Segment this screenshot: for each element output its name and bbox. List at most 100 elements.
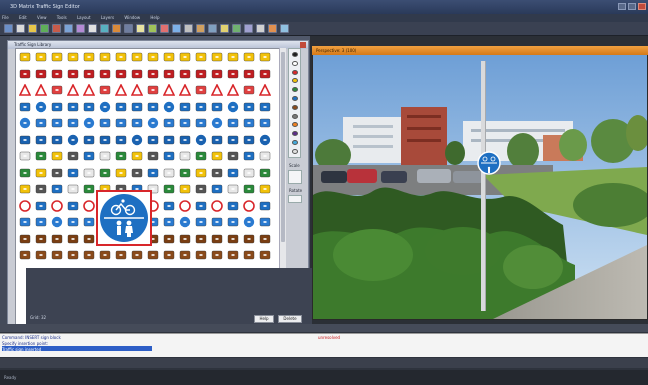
minimize-button[interactable] — [618, 3, 626, 10]
library-sign[interactable] — [243, 249, 255, 263]
library-sign[interactable] — [163, 117, 175, 131]
palette-swatch[interactable] — [292, 104, 298, 110]
library-sign[interactable] — [259, 117, 271, 131]
library-sign[interactable] — [211, 183, 223, 197]
toolbar-button[interactable] — [64, 24, 73, 33]
library-sign[interactable] — [162, 83, 176, 98]
library-sign[interactable] — [19, 68, 31, 82]
library-sign[interactable] — [195, 150, 207, 164]
library-sign[interactable] — [163, 68, 175, 82]
library-sign[interactable] — [51, 183, 63, 197]
library-sign[interactable] — [147, 150, 159, 164]
library-sign[interactable] — [67, 68, 79, 82]
library-sign[interactable] — [67, 101, 79, 115]
library-sign[interactable] — [259, 167, 271, 181]
library-sign[interactable] — [99, 167, 111, 181]
library-sign[interactable] — [211, 134, 223, 148]
library-sign[interactable] — [163, 167, 175, 181]
library-sign[interactable] — [99, 51, 111, 65]
library-sign[interactable] — [51, 233, 63, 247]
menu-window[interactable]: Window — [124, 15, 140, 20]
library-sign[interactable] — [51, 68, 63, 82]
toolbar-button[interactable] — [280, 24, 289, 33]
menu-file[interactable]: File — [2, 15, 9, 20]
perspective-viewport[interactable]: Perspective: 3 (100) — [312, 46, 648, 320]
library-sign[interactable] — [227, 183, 239, 197]
menu-help[interactable]: Help — [150, 15, 159, 20]
library-sign[interactable] — [195, 68, 207, 82]
library-sign[interactable] — [34, 83, 48, 98]
toolbar-button[interactable] — [100, 24, 109, 33]
library-sign[interactable] — [259, 150, 271, 164]
library-sign[interactable] — [35, 183, 47, 197]
library-sign[interactable] — [163, 150, 175, 164]
palette-swatch[interactable] — [292, 113, 298, 119]
palette-swatch[interactable] — [292, 69, 298, 75]
library-sign[interactable] — [147, 51, 159, 65]
library-sign[interactable] — [83, 101, 95, 115]
library-sign[interactable] — [211, 68, 223, 82]
library-sign[interactable] — [51, 84, 63, 98]
library-sign[interactable] — [147, 134, 159, 148]
library-sign[interactable] — [258, 83, 272, 98]
toolbar-button[interactable] — [196, 24, 205, 33]
scale-field[interactable] — [288, 170, 302, 184]
library-sign[interactable] — [51, 167, 63, 181]
palette-swatch[interactable] — [292, 87, 298, 93]
library-sign[interactable] — [147, 167, 159, 181]
library-sign[interactable] — [131, 68, 143, 82]
library-sign[interactable] — [163, 51, 175, 65]
library-sign[interactable] — [243, 134, 255, 148]
library-sign[interactable] — [51, 134, 63, 148]
library-sign[interactable] — [179, 167, 191, 181]
library-sign[interactable] — [259, 183, 271, 197]
library-sign[interactable] — [115, 51, 127, 65]
library-sign[interactable] — [179, 249, 191, 263]
library-sign[interactable] — [243, 117, 255, 131]
library-sign[interactable] — [227, 101, 239, 115]
library-sign[interactable] — [35, 200, 47, 214]
library-sign[interactable] — [259, 233, 271, 247]
library-sign[interactable] — [211, 51, 223, 65]
library-sign[interactable] — [99, 249, 111, 263]
library-sign[interactable] — [35, 68, 47, 82]
library-sign[interactable] — [131, 117, 143, 131]
library-sign[interactable] — [195, 51, 207, 65]
toolbar-button[interactable] — [124, 24, 133, 33]
library-sign[interactable] — [99, 117, 111, 131]
library-sign[interactable] — [115, 150, 127, 164]
library-sign[interactable] — [83, 216, 95, 230]
palette-swatch[interactable] — [292, 96, 298, 101]
toolbar-button[interactable] — [136, 24, 145, 33]
library-sign[interactable] — [35, 101, 47, 115]
library-sign[interactable] — [51, 51, 63, 65]
library-sign[interactable] — [83, 183, 95, 197]
library-sign[interactable] — [147, 249, 159, 263]
library-sign[interactable] — [211, 233, 223, 247]
library-sign[interactable] — [243, 51, 255, 65]
toolbar-button[interactable] — [52, 24, 61, 33]
toolbar-button[interactable] — [184, 24, 193, 33]
library-sign[interactable] — [163, 233, 175, 247]
menu-view[interactable]: View — [37, 15, 47, 20]
toolbar-button[interactable] — [40, 24, 49, 33]
library-sign[interactable] — [115, 167, 127, 181]
library-sign[interactable] — [19, 216, 31, 230]
library-sign[interactable] — [195, 134, 207, 148]
library-sign[interactable] — [195, 167, 207, 181]
library-sign[interactable] — [147, 68, 159, 82]
library-sign[interactable] — [179, 216, 191, 230]
library-sign[interactable] — [99, 84, 111, 98]
library-sign[interactable] — [259, 101, 271, 115]
library-sign[interactable] — [211, 249, 223, 263]
library-sign[interactable] — [115, 117, 127, 131]
library-sign[interactable] — [67, 51, 79, 65]
library-sign[interactable] — [35, 150, 47, 164]
library-sign[interactable] — [19, 233, 31, 247]
library-sign[interactable] — [211, 101, 223, 115]
rotate-field[interactable] — [288, 195, 302, 203]
library-sign[interactable] — [195, 249, 207, 263]
library-sign[interactable] — [67, 216, 79, 230]
library-sign[interactable] — [243, 199, 255, 214]
library-sign[interactable] — [179, 117, 191, 131]
